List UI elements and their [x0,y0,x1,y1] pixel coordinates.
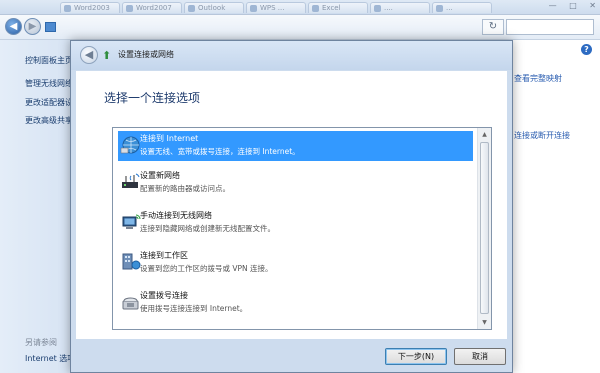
option-title: 设置新网络 [140,171,180,180]
option-title: 设置拨号连接 [140,291,188,300]
refresh-button[interactable]: ↻ [482,19,504,35]
network-wizard-icon: ⬆ [102,49,112,62]
browser-tab[interactable]: Outlook [184,2,244,13]
dialog-body: 选择一个连接选项 连接到 Internet 设置无线、宽带或拨号连接，连接到 I… [76,71,507,339]
browser-tab[interactable]: Excel [308,2,368,13]
dialup-phone-icon [122,297,139,310]
option-description: 设置到您的工作区的拨号或 VPN 连接。 [140,264,273,273]
close-button[interactable]: ✕ [589,1,596,10]
browser-tab-strip: Word2003 Word2007 Outlook WPS ... Excel … [0,0,600,15]
dialog-title-bar: ◀ ⬆ 设置连接或网络 [71,41,512,70]
scroll-up-arrow-icon[interactable]: ▲ [478,128,491,141]
browser-tab[interactable]: Word2007 [122,2,182,13]
sidebar-link-internet-options[interactable]: Internet 选项 [25,353,75,364]
scroll-down-arrow-icon[interactable]: ▼ [478,316,491,329]
option-title: 连接到 Internet [140,134,199,143]
option-description: 配置新的路由器或访问点。 [140,184,230,193]
dialog-title: 设置连接或网络 [118,50,174,59]
dialog-back-button[interactable]: ◀ [80,46,98,64]
help-icon[interactable]: ? [581,44,592,55]
connect-disconnect-link[interactable]: 连接或断开连接 [514,130,570,141]
scroll-thumb[interactable] [480,142,489,314]
sidebar-home-link[interactable]: 控制面板主页 [25,55,73,66]
option-manual-wireless[interactable]: 手动连接到无线网络 连接到隐藏网络或创建新无线配置文件。 [118,208,473,238]
forward-button[interactable]: ▶ [24,18,41,35]
view-full-map-link[interactable]: 查看完整映射 [514,73,562,84]
option-description: 连接到隐藏网络或创建新无线配置文件。 [140,224,275,233]
option-title: 连接到工作区 [140,251,188,260]
option-description: 设置无线、宽带或拨号连接，连接到 Internet。 [140,147,300,156]
browser-tab[interactable]: .... [370,2,430,13]
maximize-button[interactable]: □ [569,1,577,10]
window-controls: — □ ✕ [539,1,596,10]
browser-tab[interactable]: Word2003 [60,2,120,13]
sidebar-link[interactable]: 管理无线网络 [25,78,73,89]
browser-tab[interactable]: ... [432,2,492,13]
option-workplace[interactable]: 连接到工作区 设置到您的工作区的拨号或 VPN 连接。 [118,248,473,278]
back-button[interactable]: ◀ [5,18,22,35]
browser-tab[interactable]: WPS ... [246,2,306,13]
globe-network-icon [120,136,140,154]
see-also-label: 另请参阅 [25,338,57,347]
search-input[interactable] [506,19,594,35]
minimize-button[interactable]: — [549,1,557,10]
workplace-network-icon [122,253,141,270]
next-button[interactable]: 下一步(N) [385,348,447,365]
list-scrollbar[interactable]: ▲ ▼ [477,128,491,329]
option-connect-internet[interactable]: 连接到 Internet 设置无线、宽带或拨号连接，连接到 Internet。 [118,131,473,161]
dialog-heading: 选择一个连接选项 [104,91,201,105]
router-icon [122,173,140,188]
control-panel-icon [45,22,56,32]
option-dialup[interactable]: 设置拨号连接 使用拨号连接连接到 Internet。 [118,288,473,318]
setup-connection-dialog: ◀ ⬆ 设置连接或网络 选择一个连接选项 连接到 Internet 设置无线、宽… [70,40,513,373]
option-new-network[interactable]: 设置新网络 配置新的路由器或访问点。 [118,168,473,198]
option-description: 使用拨号连接连接到 Internet。 [140,304,248,313]
sidebar: 控制面板主页 管理无线网络 更改适配器设置 更改高级共享设置 另请参阅 Inte… [0,40,89,373]
connection-option-list: 连接到 Internet 设置无线、宽带或拨号连接，连接到 Internet。 … [112,127,492,330]
option-title: 手动连接到无线网络 [140,211,212,220]
address-bar: ◀ ▶ ↻ [0,15,600,40]
wireless-computer-icon [122,214,141,229]
cancel-button[interactable]: 取消 [454,348,506,365]
